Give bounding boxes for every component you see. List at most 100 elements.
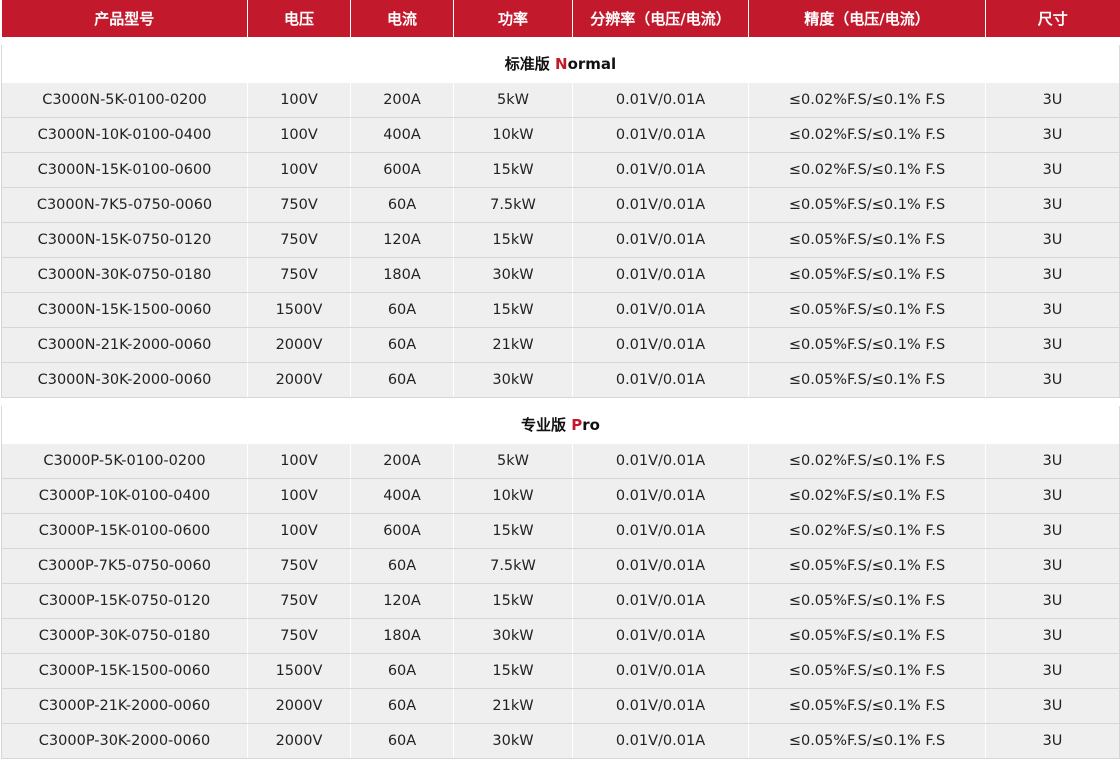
cell-voltage: 100V bbox=[247, 117, 351, 153]
section-title-rest: ro bbox=[582, 416, 600, 434]
table-row: C3000P-30K-0750-0180 750V 180A 30kW 0.01V/0.… bbox=[1, 618, 1120, 654]
table-row: C3000N-30K-2000-0060 2000V 60A 30kW 0.01V/0.… bbox=[1, 362, 1120, 398]
cell-model: C3000N-15K-0750-0120 bbox=[1, 222, 248, 258]
cell-accuracy: ≤0.05%F.S/≤0.1% F.S bbox=[748, 327, 986, 363]
cell-model: C3000P-15K-0750-0120 bbox=[1, 583, 248, 619]
cell-resolution: 0.01V/0.01A bbox=[572, 688, 749, 724]
cell-current: 60A bbox=[350, 723, 454, 759]
cell-power: 15kW bbox=[453, 583, 573, 619]
cell-power: 10kW bbox=[453, 117, 573, 153]
header-resolution: 分辨率（电压/电流） bbox=[572, 0, 749, 37]
cell-accuracy: ≤0.05%F.S/≤0.1% F.S bbox=[748, 362, 986, 398]
table-row: C3000P-7K5-0750-0060 750V 60A 7.5kW 0.01V/0.… bbox=[1, 548, 1120, 584]
cell-power: 15kW bbox=[453, 513, 573, 549]
cell-resolution: 0.01V/0.01A bbox=[572, 618, 749, 654]
cell-current: 180A bbox=[350, 618, 454, 654]
cell-accuracy: ≤0.05%F.S/≤0.1% F.S bbox=[748, 653, 986, 689]
cell-resolution: 0.01V/0.01A bbox=[572, 478, 749, 514]
cell-power: 15kW bbox=[453, 152, 573, 188]
cell-power: 30kW bbox=[453, 723, 573, 759]
cell-size: 3U bbox=[985, 478, 1120, 514]
header-model: 产品型号 bbox=[1, 0, 248, 37]
section-title-accent-letter: N bbox=[555, 55, 568, 73]
cell-size: 3U bbox=[985, 292, 1120, 328]
cell-size: 3U bbox=[985, 583, 1120, 619]
cell-model: C3000P-5K-0100-0200 bbox=[1, 443, 248, 479]
cell-current: 120A bbox=[350, 583, 454, 619]
cell-accuracy: ≤0.02%F.S/≤0.1% F.S bbox=[748, 152, 986, 188]
cell-voltage: 100V bbox=[247, 513, 351, 549]
cell-model: C3000N-21K-2000-0060 bbox=[1, 327, 248, 363]
cell-resolution: 0.01V/0.01A bbox=[572, 82, 749, 118]
table-row: C3000N-15K-1500-0060 1500V 60A 15kW 0.01V/0.… bbox=[1, 292, 1120, 328]
header-voltage: 电压 bbox=[247, 0, 351, 37]
cell-voltage: 100V bbox=[247, 478, 351, 514]
cell-power: 30kW bbox=[453, 618, 573, 654]
cell-current: 200A bbox=[350, 443, 454, 479]
cell-resolution: 0.01V/0.01A bbox=[572, 443, 749, 479]
cell-accuracy: ≤0.05%F.S/≤0.1% F.S bbox=[748, 583, 986, 619]
table-row: C3000N-15K-0100-0600 100V 600A 15kW 0.01V/0.… bbox=[1, 152, 1120, 188]
cell-current: 60A bbox=[350, 187, 454, 223]
cell-resolution: 0.01V/0.01A bbox=[572, 327, 749, 363]
cell-current: 400A bbox=[350, 117, 454, 153]
cell-model: C3000N-7K5-0750-0060 bbox=[1, 187, 248, 223]
section-spacer-cell bbox=[1, 397, 1120, 406]
section-header-row: 标准版 Normal bbox=[1, 45, 1120, 83]
cell-resolution: 0.01V/0.01A bbox=[572, 653, 749, 689]
cell-current: 60A bbox=[350, 362, 454, 398]
cell-resolution: 0.01V/0.01A bbox=[572, 152, 749, 188]
cell-voltage: 750V bbox=[247, 257, 351, 293]
cell-voltage: 2000V bbox=[247, 327, 351, 363]
cell-power: 21kW bbox=[453, 688, 573, 724]
cell-size: 3U bbox=[985, 723, 1120, 759]
cell-resolution: 0.01V/0.01A bbox=[572, 187, 749, 223]
table-row: C3000N-7K5-0750-0060 750V 60A 7.5kW 0.01V/0.… bbox=[1, 187, 1120, 223]
cell-accuracy: ≤0.05%F.S/≤0.1% F.S bbox=[748, 548, 986, 584]
cell-current: 60A bbox=[350, 688, 454, 724]
section-title: 专业版 Pro bbox=[1, 406, 1120, 444]
cell-resolution: 0.01V/0.01A bbox=[572, 548, 749, 584]
section-spacer-cell bbox=[1, 37, 1120, 45]
cell-current: 60A bbox=[350, 327, 454, 363]
cell-size: 3U bbox=[985, 362, 1120, 398]
table-row: C3000P-15K-0100-0600 100V 600A 15kW 0.01V/0.… bbox=[1, 513, 1120, 549]
cell-model: C3000P-7K5-0750-0060 bbox=[1, 548, 248, 584]
cell-power: 30kW bbox=[453, 362, 573, 398]
header-power: 功率 bbox=[453, 0, 573, 37]
cell-voltage: 100V bbox=[247, 443, 351, 479]
cell-model: C3000P-10K-0100-0400 bbox=[1, 478, 248, 514]
cell-current: 200A bbox=[350, 82, 454, 118]
cell-power: 10kW bbox=[453, 478, 573, 514]
cell-resolution: 0.01V/0.01A bbox=[572, 513, 749, 549]
cell-accuracy: ≤0.05%F.S/≤0.1% F.S bbox=[748, 292, 986, 328]
cell-model: C3000N-30K-0750-0180 bbox=[1, 257, 248, 293]
cell-size: 3U bbox=[985, 548, 1120, 584]
table-row: C3000P-10K-0100-0400 100V 400A 10kW 0.01V/0.… bbox=[1, 478, 1120, 514]
cell-current: 60A bbox=[350, 548, 454, 584]
cell-voltage: 2000V bbox=[247, 723, 351, 759]
cell-model: C3000P-15K-0100-0600 bbox=[1, 513, 248, 549]
product-spec-table: 产品型号 电压 电流 功率 分辨率（电压/电流） 精度（电压/电流） 尺寸 标准… bbox=[1, 0, 1120, 759]
cell-current: 600A bbox=[350, 152, 454, 188]
section-title-rest: ormal bbox=[567, 55, 617, 73]
header-accuracy: 精度（电压/电流） bbox=[748, 0, 986, 37]
cell-size: 3U bbox=[985, 513, 1120, 549]
section-spacer bbox=[1, 397, 1120, 406]
cell-current: 120A bbox=[350, 222, 454, 258]
table-row: C3000P-5K-0100-0200 100V 200A 5kW 0.01V/0.01… bbox=[1, 443, 1120, 479]
cell-accuracy: ≤0.02%F.S/≤0.1% F.S bbox=[748, 82, 986, 118]
cell-voltage: 1500V bbox=[247, 653, 351, 689]
cell-size: 3U bbox=[985, 222, 1120, 258]
cell-size: 3U bbox=[985, 257, 1120, 293]
cell-size: 3U bbox=[985, 117, 1120, 153]
section-header-row: 专业版 Pro bbox=[1, 406, 1120, 444]
cell-current: 400A bbox=[350, 478, 454, 514]
cell-accuracy: ≤0.02%F.S/≤0.1% F.S bbox=[748, 513, 986, 549]
cell-resolution: 0.01V/0.01A bbox=[572, 362, 749, 398]
cell-voltage: 750V bbox=[247, 618, 351, 654]
cell-accuracy: ≤0.02%F.S/≤0.1% F.S bbox=[748, 478, 986, 514]
header-size: 尺寸 bbox=[985, 0, 1120, 37]
cell-model: C3000N-15K-1500-0060 bbox=[1, 292, 248, 328]
cell-power: 5kW bbox=[453, 82, 573, 118]
